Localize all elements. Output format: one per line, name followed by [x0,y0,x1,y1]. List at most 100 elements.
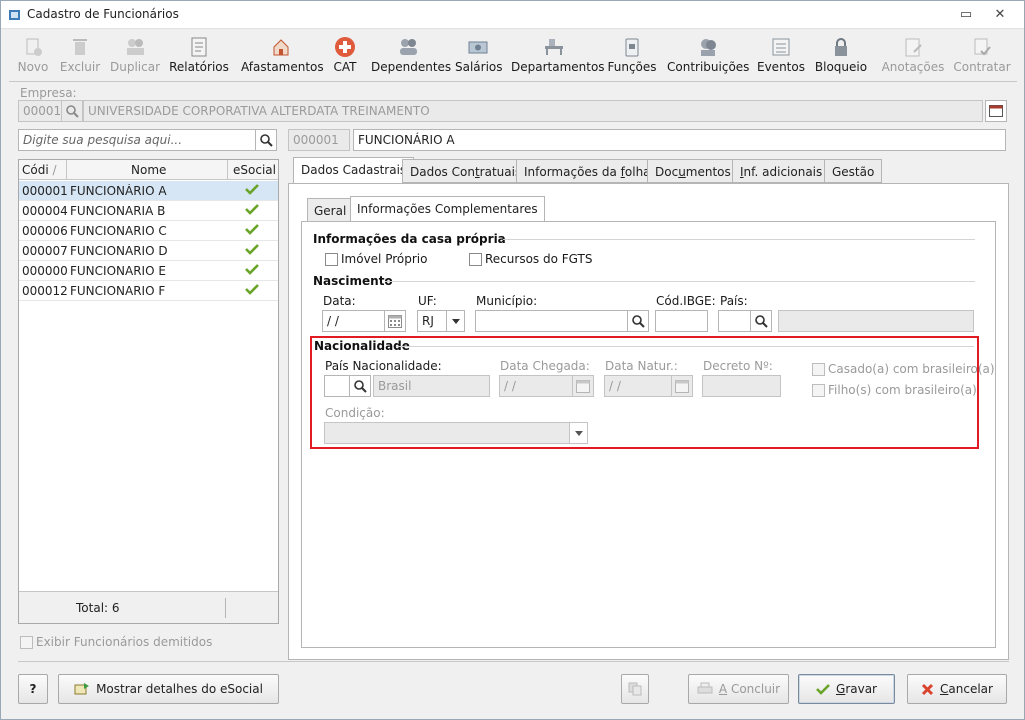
footer-separator [18,661,1009,662]
contribution-users-icon [701,39,716,56]
imovel-proprio-label: Imóvel Próprio [341,252,428,266]
toolbar-anotacoes[interactable]: Anotações [881,33,945,77]
toolbar-excluir[interactable]: Excluir [59,33,101,77]
toolbar-label: Excluir [59,60,101,74]
table-row[interactable]: 000004 FUNCIONARIA B [19,201,278,221]
new-person-icon [26,38,42,56]
toolbar-salarios[interactable]: Salários [455,33,503,77]
data-nascimento-input[interactable]: / / [322,310,386,332]
cancel-x-icon [921,683,934,695]
toolbar-departamentos[interactable]: Departamentos [511,33,605,77]
ibge-input[interactable] [655,310,708,332]
grid-col-name[interactable]: Nome [131,163,166,177]
grid-col-code[interactable]: Códi / [22,163,57,177]
badge-icon [625,38,639,57]
section-line [385,281,975,282]
toolbar-label: Contribuições [667,60,750,74]
table-row[interactable]: 000000 FUNCIONARIO E [19,261,278,281]
toolbar-relatorios[interactable]: Relatórios [169,33,229,77]
toolbar-afastamentos[interactable]: Afastamentos [241,33,324,77]
toolbar-bloqueio[interactable]: Bloqueio [813,33,869,77]
data-nascimento-label: Data: [323,294,356,308]
toolbar-label: Anotações [881,60,945,74]
app-icon [9,10,20,20]
grid-header: Códi / Nome eSocial [19,160,278,180]
esocial-details-label: Mostrar detalhes do eSocial [96,682,263,696]
report-icon [191,37,207,57]
pais-nascimento-search-button[interactable] [750,310,772,332]
toolbar-novo[interactable]: Novo [13,33,53,77]
toolbar-label: Duplicar [109,60,160,74]
recursos-fgts-checkbox[interactable] [469,253,482,266]
tab-dados-contratuais[interactable]: Dados Contratuais [402,159,530,183]
exibir-demitidos-checkbox[interactable] [20,636,33,649]
toolbar-contratar[interactable]: Contratar [953,33,1011,77]
toolbar-eventos[interactable]: Eventos [757,33,805,77]
printer-icon [697,682,713,694]
toolbar-funcoes[interactable]: Funções [607,33,657,77]
esocial-check-icon [245,183,259,198]
toolbar-dependentes[interactable]: Dependentes [371,33,451,77]
toolbar: Novo Excluir Duplicar Relatórios Afastam… [9,31,1017,79]
toolbar-cat[interactable]: CAT [329,33,361,77]
search-icon [632,315,645,328]
toolbar-label: Contratar [953,60,1011,74]
toolbar-duplicar[interactable]: Duplicar [109,33,161,77]
grid-col-esocial[interactable]: eSocial [233,163,276,177]
employee-code-field: 000001 [288,129,350,151]
search-icon [260,134,273,147]
main-window: Cadastro de Funcionários ▭ ✕ Novo Exclui… [0,0,1025,720]
tab-inf-adicionais[interactable]: Inf. adicionais [732,159,831,183]
toolbar-label: Relatórios [169,60,229,74]
close-button[interactable]: ✕ [991,6,1009,24]
employee-search-input[interactable]: Digite sua pesquisa aqui... [18,129,256,151]
trash-icon [73,39,87,55]
employee-code-cell: 000007 [22,244,68,258]
esocial-check-icon [245,283,259,298]
concluir-button: A Concluir [688,674,789,704]
empresa-calendar-button[interactable] [985,100,1007,122]
calendar-icon [388,314,402,328]
data-nascimento-calendar[interactable] [384,310,406,332]
uf-dropdown-button[interactable] [446,310,465,332]
calendar-icon [989,105,1003,117]
employee-code-cell: 000004 [22,204,68,218]
table-row[interactable]: 000006 FUNCIONARIO C [19,221,278,241]
employee-search-button[interactable] [255,129,277,151]
table-row[interactable]: 000007 FUNCIONARIO D [19,241,278,261]
table-row[interactable]: 000001 FUNCIONÁRIO A [19,181,278,201]
cancelar-label: Cancelar [940,682,993,696]
employee-name-cell: FUNCIONARIO F [70,284,166,298]
search-icon [755,315,768,328]
chevron-down-icon [451,318,460,324]
toolbar-label: Salários [455,60,503,74]
duplicate-users-icon [127,39,144,55]
employee-name-cell: FUNCIONARIA B [70,204,166,218]
uf-label: UF: [418,294,437,308]
municipio-input[interactable] [475,310,629,332]
gravar-button[interactable]: Gravar [798,674,895,704]
tab-gestao[interactable]: Gestão [824,159,883,183]
tab-informacoes-folha[interactable]: Informações da folha [516,159,659,183]
municipio-search-button[interactable] [627,310,649,332]
pais-nascimento-input[interactable] [718,310,751,332]
help-button[interactable]: ? [18,674,48,704]
exibir-demitidos-label: Exibir Funcionários demitidos [36,635,213,649]
subtab-geral[interactable]: Geral [307,198,354,222]
tab-documentos[interactable]: Documentos [647,159,739,183]
list-icon [772,38,790,56]
uf-select[interactable]: RJ [417,310,447,332]
grid-footer: Total: 6 [19,591,278,623]
subtab-informacoes-complementares[interactable]: Informações Complementares [350,196,545,222]
toolbar-label: Bloqueio [814,60,868,74]
toolbar-contribuicoes[interactable]: Contribuições [667,33,749,77]
table-row[interactable]: 000012 FUNCIONARIO F [19,281,278,301]
esocial-details-button[interactable]: Mostrar detalhes do eSocial [58,674,279,704]
restore-button[interactable]: ▭ [957,6,975,24]
imovel-proprio-checkbox[interactable] [325,253,338,266]
nascimento-title: Nascimento [313,274,393,288]
check-icon [816,684,830,695]
cancelar-button[interactable]: Cancelar [907,674,1007,704]
esocial-refresh-icon [74,683,90,695]
tab-dados-cadastrais[interactable]: Dados Cadastrais [293,157,415,184]
